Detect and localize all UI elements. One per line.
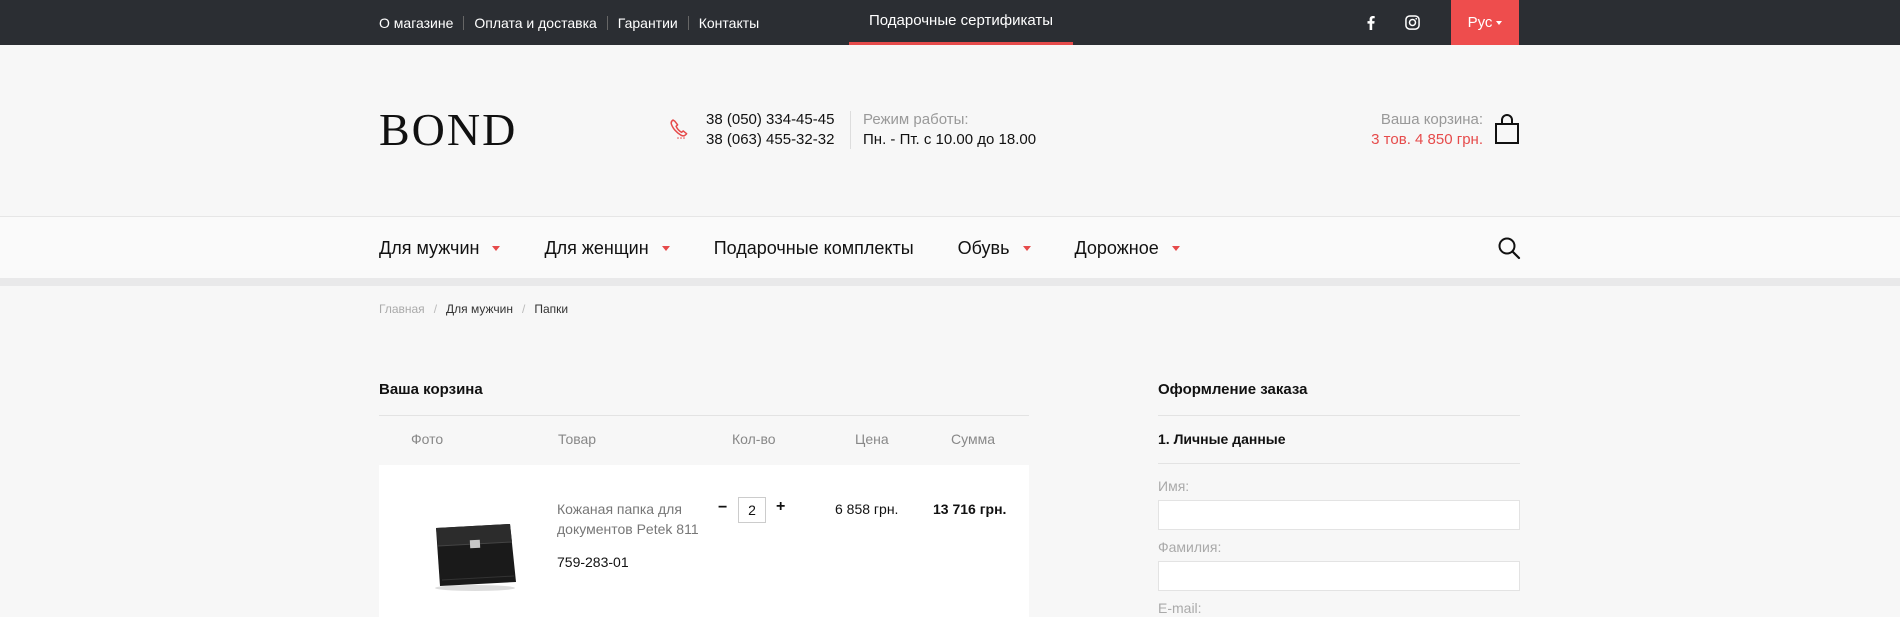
top-link-contacts[interactable]: Контакты (687, 15, 769, 30)
order-title-divider (1158, 415, 1520, 416)
working-hours-label: Режим работы: (863, 111, 969, 128)
step-personal-data: 1. Личные данные (1158, 431, 1286, 447)
breadcrumb-separator: / (433, 302, 438, 316)
qty-increase-button[interactable]: + (776, 498, 785, 516)
item-price: 6 858 грн. (835, 501, 899, 517)
order-title: Оформление заказа (1158, 381, 1308, 398)
nav-item-label: Обувь (957, 237, 1010, 258)
breadcrumb-current: Папки (534, 302, 569, 316)
column-header-qty: Кол-во (732, 431, 776, 447)
header-cart-label: Ваша корзина: (1380, 111, 1483, 128)
nav-item-travel[interactable]: Дорожное (1075, 238, 1180, 259)
nav-item-label: Для мужчин (379, 237, 480, 258)
chevron-down-icon (1496, 20, 1503, 25)
product-image[interactable] (430, 520, 520, 597)
nav-item-label: Для женщин (544, 237, 649, 258)
top-bar: О магазине Оплата и доставка Гарантии Ко… (0, 0, 1900, 45)
nav-item-women[interactable]: Для женщин (544, 237, 670, 259)
column-header-photo: Фото (411, 431, 444, 447)
nav-item-label: Подарочные комплекты (713, 237, 914, 258)
first-name-field[interactable] (1158, 500, 1520, 530)
working-hours-value: Пн. - Пт. с 10.00 до 18.00 (863, 131, 1037, 148)
site-header: BOND 38 (050) 334-45-45 38 (063) 455-32-… (0, 45, 1900, 217)
logo[interactable]: BOND (379, 103, 517, 156)
shopping-bag-icon[interactable] (1494, 113, 1520, 150)
breadcrumb-men[interactable]: Для мужчин (446, 302, 513, 316)
breadcrumb-separator: / (522, 302, 526, 316)
nav-item-label: Дорожное (1074, 237, 1159, 258)
cart-item-row: Кожаная папка для документов Petek 811 7… (379, 465, 1029, 617)
first-name-label: Имя: (1158, 478, 1190, 494)
step-divider (1158, 463, 1520, 464)
main-nav: Для мужчин Для женщин Подарочные комплек… (0, 216, 1900, 278)
column-header-price: Цена (855, 431, 889, 447)
working-hours: Режим работы: Пн. - Пт. с 10.00 до 18.00 (863, 110, 1036, 150)
facebook-icon[interactable] (1361, 0, 1381, 45)
phone-number-1[interactable]: 38 (050) 334-45-45 (706, 110, 834, 130)
header-cart-summary[interactable]: Ваша корзина: 3 тов. 4 850 грн. (1371, 110, 1483, 150)
item-sum: 13 716 грн. (933, 501, 1007, 517)
last-name-field[interactable] (1158, 561, 1520, 591)
search-icon[interactable] (1497, 236, 1521, 265)
nav-item-gift-sets[interactable]: Подарочные комплекты (714, 238, 914, 259)
caret-down-icon (661, 245, 670, 251)
breadcrumb: Главная / Для мужчин / Папки (379, 302, 568, 316)
column-header-sum: Сумма (951, 431, 995, 447)
nav-item-men[interactable]: Для мужчин (379, 237, 501, 259)
qty-input[interactable]: 2 (738, 497, 766, 523)
caret-down-icon (1171, 245, 1180, 251)
language-selector[interactable]: Рус (1451, 0, 1519, 45)
phone-icon (668, 117, 692, 146)
language-label: Рус (1467, 14, 1493, 31)
column-header-product: Товар (558, 431, 597, 447)
instagram-icon[interactable] (1402, 0, 1422, 45)
phone-numbers: 38 (050) 334-45-45 38 (063) 455-32-32 (706, 110, 834, 150)
top-link-payment-delivery[interactable]: Оплата и доставка (463, 15, 606, 30)
product-sku: 759-283-01 (557, 554, 629, 570)
header-cart-value: 3 тов. 4 850 грн. (1371, 131, 1483, 148)
nav-divider-bar (0, 278, 1900, 286)
last-name-label: Фамилия: (1158, 539, 1222, 555)
nav-item-shoes[interactable]: Обувь (958, 238, 1031, 259)
phone-number-2[interactable]: 38 (063) 455-32-32 (706, 130, 834, 150)
cart-title: Ваша корзина (379, 381, 483, 398)
top-link-warranty[interactable]: Гарантии (606, 15, 688, 30)
gift-certificates-link[interactable]: Подарочные сертификаты (849, 0, 1073, 45)
header-divider (850, 111, 851, 149)
cart-title-divider (379, 415, 1029, 416)
caret-down-icon (492, 245, 501, 251)
qty-decrease-button[interactable]: − (718, 499, 727, 517)
email-label: E-mail: (1158, 600, 1202, 616)
caret-down-icon (1022, 245, 1031, 251)
top-nav: О магазине Оплата и доставка Гарантии Ко… (379, 0, 769, 45)
product-name[interactable]: Кожаная папка для документов Petek 811 (557, 499, 707, 539)
top-link-about[interactable]: О магазине (379, 16, 463, 30)
breadcrumb-home[interactable]: Главная (379, 302, 425, 316)
